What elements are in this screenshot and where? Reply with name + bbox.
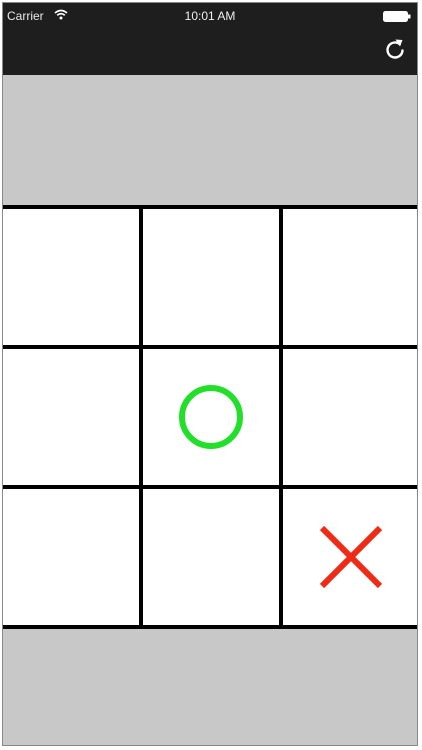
navigation-bar: Carrier 10:01 AM — [3, 3, 417, 75]
o-mark: O — [176, 382, 246, 452]
board-cell[interactable] — [3, 489, 139, 625]
board-cell[interactable] — [283, 349, 417, 485]
board-cell[interactable]: X — [283, 489, 417, 625]
board-cell[interactable] — [3, 349, 139, 485]
board-cell[interactable] — [143, 489, 279, 625]
app-frame: Carrier 10:01 AM — [2, 2, 418, 746]
battery-icon — [383, 11, 411, 25]
refresh-icon — [384, 37, 406, 66]
status-bar: Carrier 10:01 AM — [3, 3, 417, 27]
game-board: OX — [3, 205, 417, 629]
board-cell[interactable]: O — [143, 349, 279, 485]
refresh-button[interactable] — [381, 37, 409, 65]
board-cell[interactable] — [143, 209, 279, 345]
board-cell[interactable] — [3, 209, 139, 345]
board-cell[interactable] — [283, 209, 417, 345]
x-mark: X — [318, 524, 384, 590]
status-time: 10:01 AM — [184, 9, 236, 23]
